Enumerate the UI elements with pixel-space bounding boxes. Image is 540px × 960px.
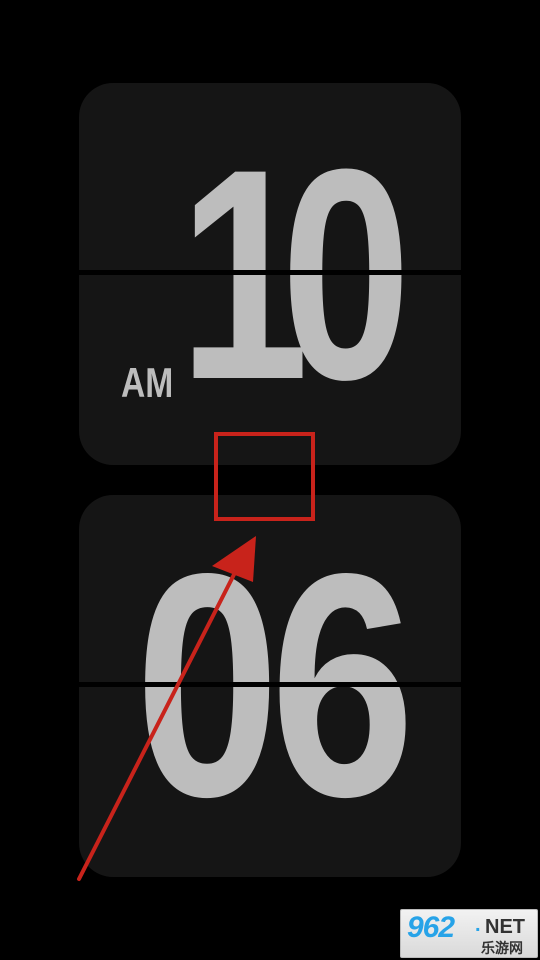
watermark-dot: . [475, 914, 481, 936]
hour-flip-card[interactable]: 10 AM [79, 83, 461, 465]
am-pm-indicator: AM [121, 359, 174, 406]
clock-screen: 10 AM 06 962 . NET 乐游网 [0, 0, 540, 960]
hour-card-hinge [79, 270, 461, 275]
minute-flip-card[interactable]: 06 [79, 495, 461, 877]
watermark-chinese: 乐游网 [481, 940, 523, 956]
watermark-number: 962 [407, 911, 455, 944]
minute-card-hinge [79, 682, 461, 687]
watermark-tld: NET [485, 916, 525, 938]
site-watermark-logo: 962 . NET 乐游网 [400, 909, 538, 958]
